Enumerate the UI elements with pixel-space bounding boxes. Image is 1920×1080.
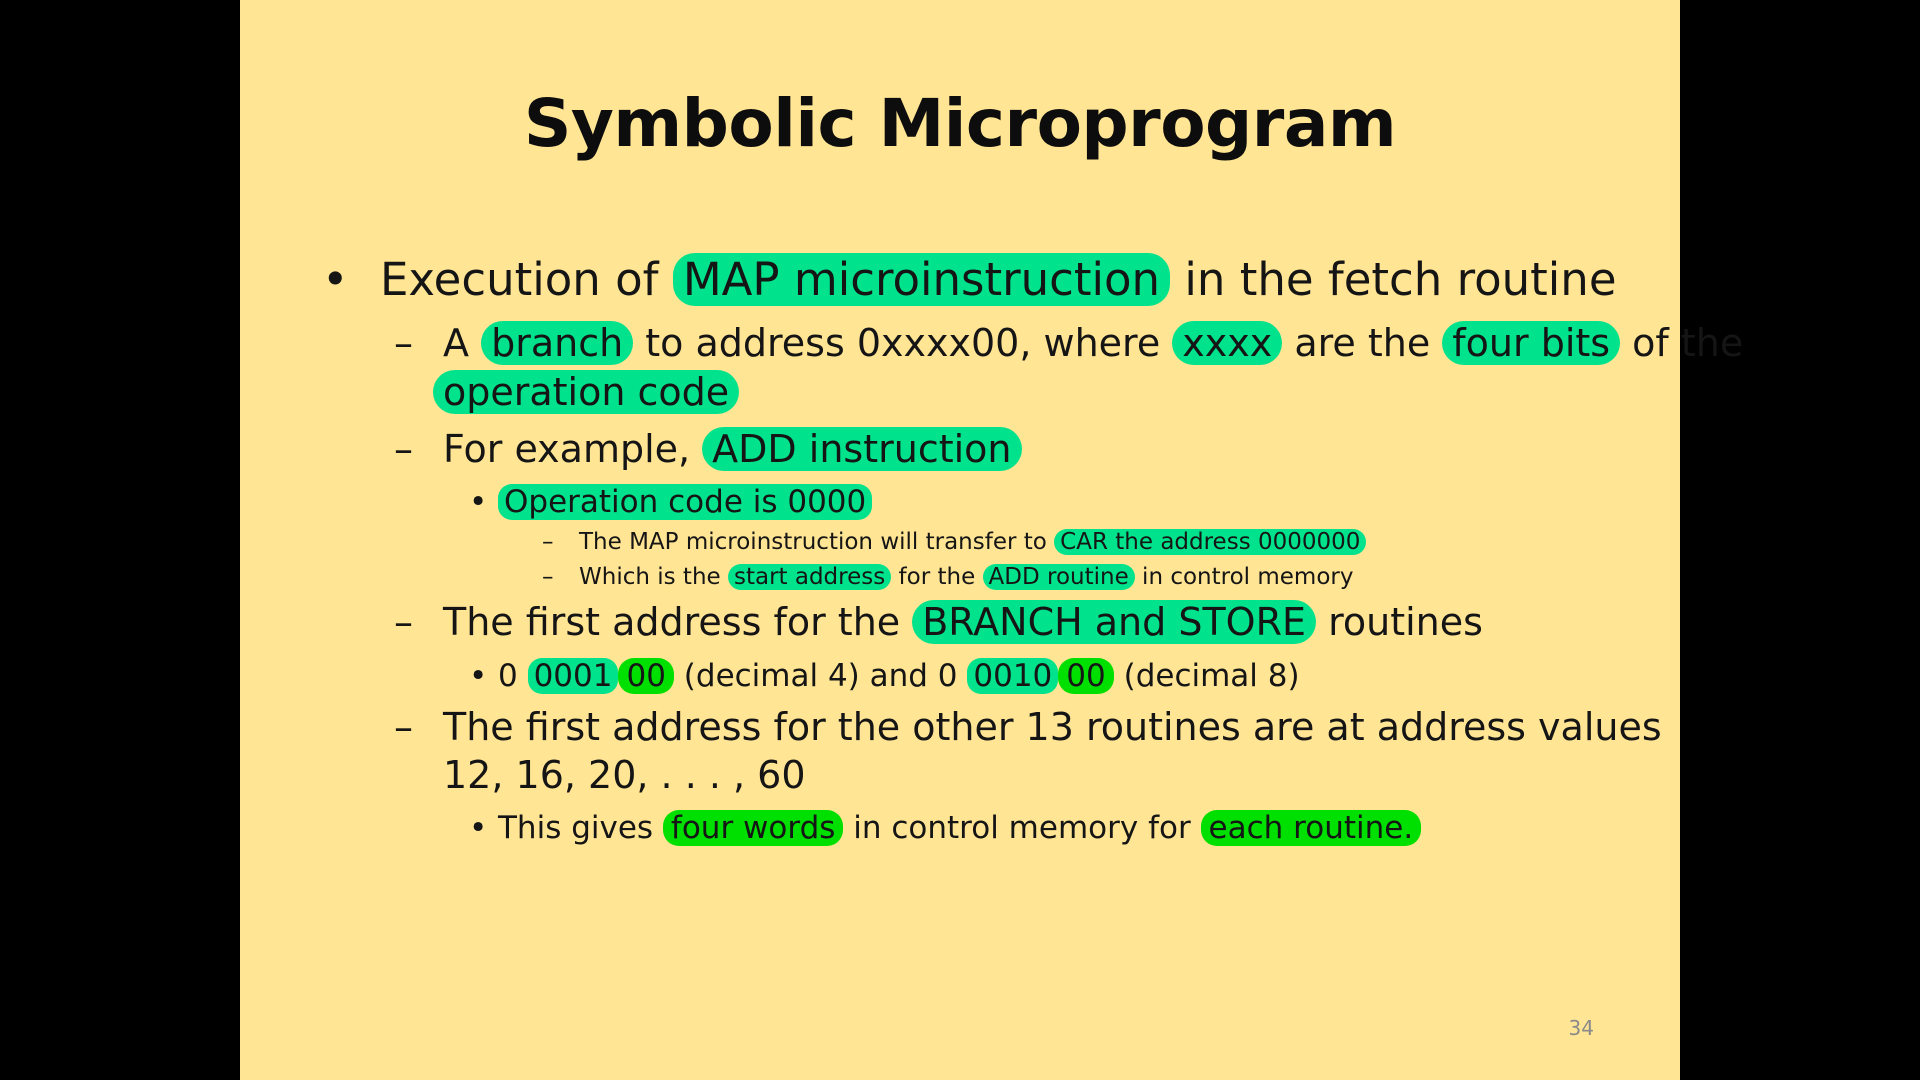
text: are the	[1282, 321, 1443, 365]
highlight-four-bits: four bits	[1442, 321, 1621, 365]
highlight-00-first: 00	[618, 658, 674, 694]
subbullet-branch-continuation: operation code	[433, 370, 740, 414]
highlight-00-second: 00	[1058, 658, 1114, 694]
text: in control memory	[1134, 564, 1354, 590]
highlight-0001: 0001	[527, 658, 619, 694]
highlight-each-routine: each routine.	[1200, 810, 1422, 846]
bullet-marker: •	[469, 484, 488, 520]
subsub-binary-addresses: 0 0001 00 (decimal 4) and 0 0010 00 (decim…	[498, 658, 1300, 694]
highlight-branch: branch	[481, 321, 634, 365]
highlight-map-microinstruction: MAP microinstruction	[672, 253, 1171, 306]
subbullet-branch-to-address: A branch to address 0xxxx00, where xxxx …	[443, 321, 1743, 365]
dash-marker: –	[542, 529, 554, 555]
text: For example,	[443, 427, 703, 471]
text: A	[443, 321, 482, 365]
text: to address 0xxxx00, where	[633, 321, 1173, 365]
text: in control memory for	[843, 810, 1201, 846]
dash-marker: –	[394, 705, 413, 749]
dash-marker: –	[394, 321, 413, 365]
text: (decimal 8)	[1113, 658, 1300, 694]
text: The first address for the	[443, 600, 913, 644]
bullet-marker: •	[469, 810, 488, 846]
text: Which is the	[579, 564, 728, 590]
level4-start-address: Which is the start address for the ADD r…	[579, 564, 1353, 590]
subsub-four-words: This gives four words in control memory …	[498, 810, 1422, 846]
text: in the fetch routine	[1170, 253, 1617, 306]
text: Execution of	[380, 253, 673, 306]
level4-map-transfer: The MAP microinstruction will transfer t…	[579, 529, 1367, 555]
highlight-car-address: CAR the address 0000000	[1054, 529, 1367, 555]
bullet-marker: •	[322, 253, 349, 306]
text: 0	[498, 658, 528, 694]
page-number: 34	[1568, 1016, 1594, 1040]
dash-marker: –	[542, 564, 554, 590]
subsub-operation-code: Operation code is 0000	[498, 484, 873, 520]
text: routines	[1316, 600, 1483, 644]
highlight-xxxx: xxxx	[1172, 321, 1283, 365]
subbullet-other-routines-continuation: 12, 16, 20, . . . , 60	[443, 753, 806, 797]
text: for the	[891, 564, 983, 590]
slide: Symbolic Microprogram • Execution of MAP…	[240, 0, 1743, 1080]
highlight-add-instruction: ADD instruction	[702, 427, 1022, 471]
highlight-start-address: start address	[727, 564, 892, 590]
text: This gives	[498, 810, 663, 846]
subbullet-other-routines: The first address for the other 13 routi…	[443, 705, 1662, 749]
highlight-0010: 0010	[967, 658, 1059, 694]
dash-marker: –	[394, 600, 413, 644]
slide-title: Symbolic Microprogram	[523, 85, 1397, 162]
subbullet-for-example: For example, ADD instruction	[443, 427, 1022, 471]
subbullet-branch-and-store: The first address for the BRANCH and STO…	[443, 600, 1483, 644]
text: The MAP microinstruction will transfer t…	[579, 529, 1055, 555]
text: (decimal 4) and 0	[673, 658, 968, 694]
text: The first address for the other 13 routi…	[443, 705, 1662, 749]
highlight-operation-code-0000: Operation code is 0000	[498, 484, 873, 520]
highlight-branch-and-store: BRANCH and STORE	[912, 600, 1317, 644]
highlight-add-routine: ADD routine	[982, 564, 1135, 590]
highlight-operation-code: operation code	[433, 370, 740, 414]
highlight-four-words: four words	[662, 810, 844, 846]
bullet-marker: •	[469, 658, 488, 694]
text: 12, 16, 20, . . . , 60	[443, 753, 806, 797]
text: of the	[1620, 321, 1744, 365]
bullet-execution-of-map: Execution of MAP microinstruction in the…	[380, 253, 1617, 306]
dash-marker: –	[394, 427, 413, 471]
